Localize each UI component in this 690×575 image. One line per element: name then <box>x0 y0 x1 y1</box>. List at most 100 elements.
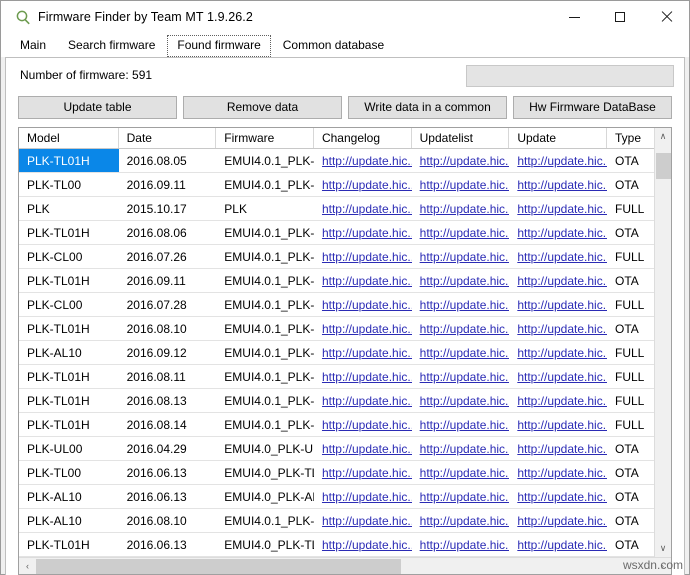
cell-changelog[interactable]: http://update.hic... <box>313 509 412 532</box>
cell-updatelist[interactable]: http://update.hic... <box>411 461 510 484</box>
cell-date: 2016.08.11 <box>118 365 217 388</box>
cell-changelog[interactable]: http://update.hic... <box>313 341 412 364</box>
status-input[interactable] <box>466 65 674 87</box>
cell-updatelist[interactable]: http://update.hic... <box>411 317 510 340</box>
cell-updatelist[interactable]: http://update.hic... <box>411 413 510 436</box>
cell-updatelist[interactable]: http://update.hic... <box>411 245 510 268</box>
cell-update[interactable]: http://update.hic... <box>509 509 607 532</box>
tab-found-firmware[interactable]: Found firmware <box>167 35 271 57</box>
cell-changelog[interactable]: http://update.hic... <box>313 485 412 508</box>
table-row[interactable]: PLK-TL01H2016.08.10EMUI4.0.1_PLK-...http… <box>19 317 654 341</box>
cell-updatelist[interactable]: http://update.hic... <box>411 149 510 172</box>
vertical-scrollbar[interactable]: ∧ ∨ <box>654 128 671 557</box>
cell-changelog[interactable]: http://update.hic... <box>313 269 412 292</box>
cell-update[interactable]: http://update.hic... <box>509 197 607 220</box>
column-header-changelog[interactable]: Changelog <box>313 128 412 148</box>
cell-update[interactable]: http://update.hic... <box>509 269 607 292</box>
cell-changelog[interactable]: http://update.hic... <box>313 221 412 244</box>
cell-changelog[interactable]: http://update.hic... <box>313 173 412 196</box>
cell-changelog[interactable]: http://update.hic... <box>313 365 412 388</box>
tab-search-firmware[interactable]: Search firmware <box>58 35 166 57</box>
cell-changelog[interactable]: http://update.hic... <box>313 149 412 172</box>
cell-changelog[interactable]: http://update.hic... <box>313 389 412 412</box>
tab-common-database[interactable]: Common database <box>272 35 395 57</box>
cell-updatelist[interactable]: http://update.hic... <box>411 533 510 556</box>
table-row[interactable]: PLK-AL102016.09.12EMUI4.0.1_PLK-...http:… <box>19 341 654 365</box>
minimize-button[interactable] <box>551 1 597 33</box>
table-row[interactable]: PLK-CL002016.07.28EMUI4.0.1_PLK-...http:… <box>19 293 654 317</box>
cell-changelog[interactable]: http://update.hic... <box>313 461 412 484</box>
close-icon <box>660 11 672 23</box>
cell-updatelist[interactable]: http://update.hic... <box>411 437 510 460</box>
cell-update[interactable]: http://update.hic... <box>509 221 607 244</box>
column-header-updatelist[interactable]: Updatelist <box>411 128 510 148</box>
cell-update[interactable]: http://update.hic... <box>509 485 607 508</box>
cell-updatelist[interactable]: http://update.hic... <box>411 293 510 316</box>
cell-updatelist[interactable]: http://update.hic... <box>411 341 510 364</box>
cell-changelog[interactable]: http://update.hic... <box>313 413 412 436</box>
remove-data-button[interactable]: Remove data <box>183 95 342 119</box>
cell-changelog[interactable]: http://update.hic... <box>313 245 412 268</box>
cell-update[interactable]: http://update.hic... <box>509 293 607 316</box>
cell-update[interactable]: http://update.hic... <box>509 365 607 388</box>
column-header-type[interactable]: Type <box>606 128 654 148</box>
close-button[interactable] <box>643 1 689 33</box>
cell-update[interactable]: http://update.hic... <box>509 149 607 172</box>
horizontal-scroll-thumb[interactable] <box>36 558 401 574</box>
cell-updatelist[interactable]: http://update.hic... <box>411 365 510 388</box>
cell-changelog[interactable]: http://update.hic... <box>313 533 412 556</box>
cell-updatelist[interactable]: http://update.hic... <box>411 197 510 220</box>
column-header-model[interactable]: Model <box>19 128 119 148</box>
vertical-scroll-track[interactable] <box>654 145 671 540</box>
cell-updatelist[interactable]: http://update.hic... <box>411 269 510 292</box>
table-row[interactable]: PLK-AL102016.06.13EMUI4.0_PLK-AL...http:… <box>19 485 654 509</box>
scroll-up-button[interactable]: ∧ <box>654 128 671 145</box>
table-row[interactable]: PLK-TL01H2016.06.13EMUI4.0_PLK-TL...http… <box>19 533 654 557</box>
table-row[interactable]: PLK-TL01H2016.08.14EMUI4.0.1_PLK-...http… <box>19 413 654 437</box>
table-row[interactable]: PLK-TL01H2016.08.11EMUI4.0.1_PLK-...http… <box>19 365 654 389</box>
horizontal-scroll-track[interactable] <box>36 557 654 574</box>
scroll-left-button[interactable]: ‹ <box>19 557 36 574</box>
cell-update[interactable]: http://update.hic... <box>509 317 607 340</box>
table-row[interactable]: PLK-TL01H2016.08.06EMUI4.0.1_PLK-...http… <box>19 221 654 245</box>
cell-update[interactable]: http://update.hic... <box>509 413 607 436</box>
cell-changelog[interactable]: http://update.hic... <box>313 317 412 340</box>
cell-updatelist[interactable]: http://update.hic... <box>411 173 510 196</box>
table-row[interactable]: PLK-TL002016.09.11EMUI4.0.1_PLK-...http:… <box>19 173 654 197</box>
update-table-button[interactable]: Update table <box>18 95 177 119</box>
vertical-scroll-thumb[interactable] <box>655 153 671 179</box>
cell-changelog[interactable]: http://update.hic... <box>313 437 412 460</box>
table-row[interactable]: PLK-CL002016.07.26EMUI4.0.1_PLK-...http:… <box>19 245 654 269</box>
table-row[interactable]: PLK-TL01H2016.08.13EMUI4.0.1_PLK-...http… <box>19 389 654 413</box>
maximize-button[interactable] <box>597 1 643 33</box>
cell-updatelist[interactable]: http://update.hic... <box>411 509 510 532</box>
table-row[interactable]: PLK-TL01H2016.09.11EMUI4.0.1_PLK-...http… <box>19 269 654 293</box>
scroll-down-button[interactable]: ∨ <box>654 540 671 557</box>
cell-updatelist[interactable]: http://update.hic... <box>411 485 510 508</box>
cell-update[interactable]: http://update.hic... <box>509 341 607 364</box>
cell-update[interactable]: http://update.hic... <box>509 533 607 556</box>
column-header-update[interactable]: Update <box>509 128 607 148</box>
button-label: Update table <box>63 100 132 114</box>
cell-update[interactable]: http://update.hic... <box>509 389 607 412</box>
cell-updatelist[interactable]: http://update.hic... <box>411 389 510 412</box>
cell-update[interactable]: http://update.hic... <box>509 245 607 268</box>
cell-update[interactable]: http://update.hic... <box>509 173 607 196</box>
table-row[interactable]: PLK 2015.10.17 PLK http://update.hic... http… <box>19 197 654 221</box>
table-row[interactable]: PLK-AL102016.08.10EMUI4.0.1_PLK-...http:… <box>19 509 654 533</box>
column-header-firmware[interactable]: Firmware <box>216 128 314 148</box>
chevron-left-icon: ‹ <box>26 561 29 571</box>
cell-update[interactable]: http://update.hic... <box>509 461 607 484</box>
cell-update[interactable]: http://update.hic... <box>509 437 607 460</box>
column-header-date[interactable]: Date <box>118 128 217 148</box>
tab-main[interactable]: Main <box>10 35 57 57</box>
table-row[interactable]: PLK-UL00 2016.04.29 EMUI4.0_PLK-U... http:/… <box>19 437 654 461</box>
table-row[interactable]: PLK-TL002016.06.13EMUI4.0_PLK-TL...http:… <box>19 461 654 485</box>
table-row[interactable]: PLK-TL01H2016.08.05EMUI4.0.1_PLK-...http… <box>19 149 654 173</box>
hw-firmware-database-button[interactable]: Hw Firmware DataBase <box>513 95 672 119</box>
cell-updatelist[interactable]: http://update.hic... <box>411 221 510 244</box>
write-data-in-a-common-button[interactable]: Write data in a common <box>348 95 507 119</box>
cell-changelog[interactable]: http://update.hic... <box>313 197 412 220</box>
horizontal-scrollbar[interactable]: ‹ › <box>19 557 671 574</box>
cell-changelog[interactable]: http://update.hic... <box>313 293 412 316</box>
